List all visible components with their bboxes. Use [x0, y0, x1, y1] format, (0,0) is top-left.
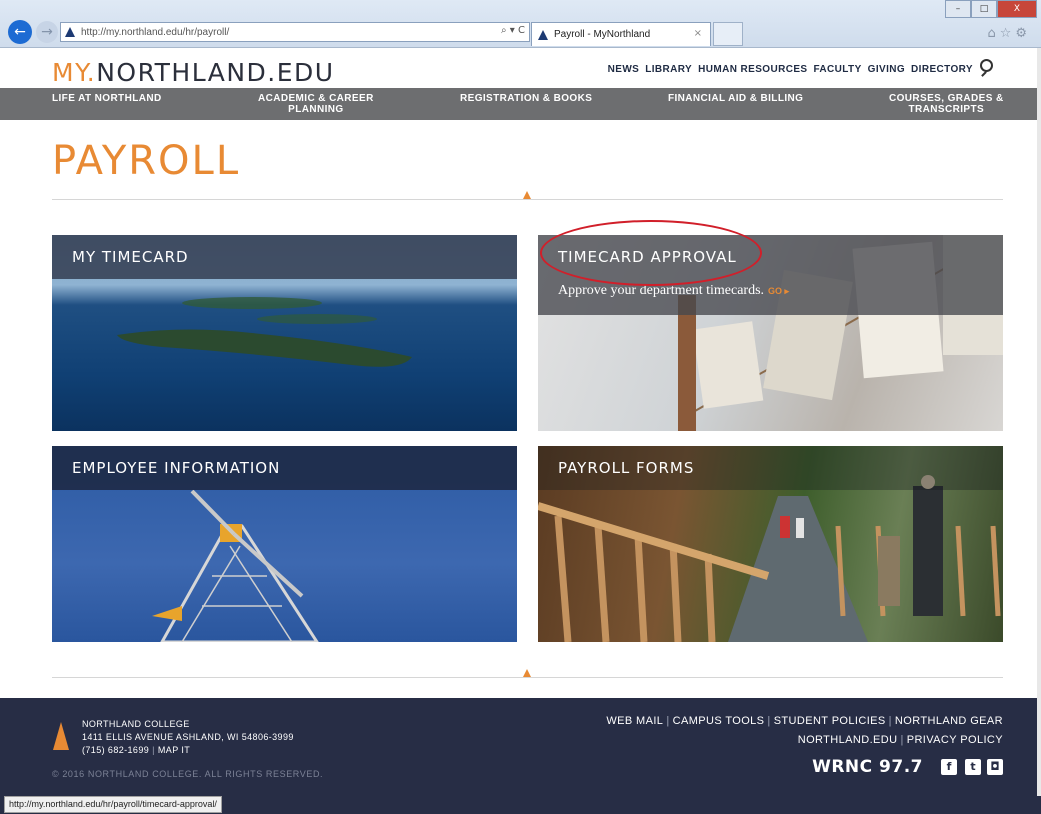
- utility-link-directory[interactable]: DIRECTORY: [911, 64, 973, 75]
- window-controls: – □ X: [945, 0, 1037, 18]
- nav-financial-aid-billing[interactable]: FINANCIAL AID & BILLING: [668, 93, 803, 104]
- search-icon[interactable]: [980, 59, 993, 72]
- footer-link-campus-tools[interactable]: CAMPUS TOOLS: [673, 715, 765, 727]
- utility-link-news[interactable]: NEWS: [608, 64, 640, 75]
- divider-bottom: [52, 669, 1003, 678]
- nav-label-line2: PLANNING: [288, 104, 344, 115]
- triangle-icon: [523, 191, 531, 199]
- college-name: NORTHLAND COLLEGE: [82, 719, 190, 729]
- back-button[interactable]: ←: [8, 20, 32, 44]
- logo-my: MY.: [52, 58, 97, 87]
- instagram-icon[interactable]: ◘: [987, 759, 1003, 775]
- nav-courses-grades-transcripts[interactable]: COURSES, GRADES & TRANSCRIPTS: [889, 93, 1004, 115]
- phone: (715) 682-1699: [82, 745, 150, 755]
- utility-nav: NEWS LIBRARY HUMAN RESOURCES FACULTY GIV…: [608, 64, 973, 75]
- nav-label-line2: TRANSCRIPTS: [908, 104, 985, 115]
- tile-title: PAYROLL FORMS: [558, 459, 695, 477]
- tab-payroll[interactable]: Payroll - MyNorthland ×: [531, 22, 711, 46]
- tab-close-icon[interactable]: ×: [694, 28, 702, 39]
- utility-link-faculty[interactable]: FACULTY: [813, 64, 861, 75]
- footer-link-northland-gear[interactable]: NORTHLAND GEAR: [895, 715, 1003, 727]
- main-nav: LIFE AT NORTHLAND ACADEMIC & CAREER PLAN…: [0, 88, 1041, 120]
- footer-links-row1: WEB MAIL | CAMPUS TOOLS | STUDENT POLICIES | N…: [606, 715, 1003, 727]
- twitter-icon[interactable]: t: [965, 759, 981, 775]
- tile-title-band: EMPLOYEE INFORMATION: [52, 446, 517, 490]
- page-scrollbar[interactable]: [1037, 48, 1041, 796]
- tile-employee-information[interactable]: EMPLOYEE INFORMATION: [52, 446, 517, 642]
- forward-arrow-icon: →: [41, 24, 53, 40]
- home-favorites-settings-icons[interactable]: ⌂☆⚙: [987, 26, 1031, 41]
- new-tab-button[interactable]: [713, 22, 743, 46]
- tile-tagline: Approve your department timecards. GO ▸: [558, 283, 789, 299]
- site-favicon-icon: [65, 27, 75, 37]
- nav-label: REGISTRATION & BOOKS: [460, 93, 593, 104]
- nav-registration-books[interactable]: REGISTRATION & BOOKS: [460, 93, 592, 104]
- footer-link-web-mail[interactable]: WEB MAIL: [606, 715, 663, 727]
- utility-link-giving[interactable]: GIVING: [868, 64, 905, 75]
- tab-favicon-icon: [538, 29, 548, 40]
- triangle-icon: [523, 669, 531, 677]
- northland-mark-icon: [53, 722, 69, 750]
- tile-my-timecard[interactable]: MY TIMECARD: [52, 235, 517, 431]
- address-bar[interactable]: http://my.northland.edu/hr/payroll/ ⌕ ▾ …: [60, 22, 530, 42]
- radio-label: WRNC 97.7: [812, 757, 923, 777]
- site-header: MY.NORTHLAND.EDU NEWS LIBRARY HUMAN RESO…: [0, 48, 1041, 88]
- nav-label: ACADEMIC & CAREER: [258, 93, 374, 104]
- tab-title: Payroll - MyNorthland: [554, 29, 651, 40]
- tile-title: EMPLOYEE INFORMATION: [72, 459, 281, 477]
- map-it-link[interactable]: MAP IT: [158, 745, 190, 755]
- tile-title: MY TIMECARD: [72, 248, 189, 266]
- red-circle-annotation: [540, 220, 762, 286]
- logo-rest: NORTHLAND.EDU: [96, 58, 335, 87]
- close-window-button[interactable]: X: [997, 0, 1037, 18]
- address-tools-icons[interactable]: ⌕ ▾ C: [501, 25, 525, 36]
- minimize-button[interactable]: –: [945, 0, 971, 18]
- footer-link-privacy-policy[interactable]: PRIVACY POLICY: [907, 734, 1003, 746]
- tile-title-band: PAYROLL FORMS: [538, 446, 1003, 490]
- facebook-icon[interactable]: f: [941, 759, 957, 775]
- tile-payroll-forms[interactable]: PAYROLL FORMS: [538, 446, 1003, 642]
- street-address: 1411 ELLIS AVENUE ASHLAND, WI 54806-3999: [82, 732, 294, 742]
- nav-label: COURSES, GRADES &: [889, 93, 1004, 104]
- nav-life-at-northland[interactable]: LIFE AT NORTHLAND: [52, 93, 162, 104]
- copyright: © 2016 NORTHLAND COLLEGE. ALL RIGHTS RES…: [52, 769, 324, 779]
- footer-address: NORTHLAND COLLEGE 1411 ELLIS AVENUE ASHL…: [82, 718, 294, 757]
- site-logo[interactable]: MY.NORTHLAND.EDU: [52, 58, 335, 87]
- wrnc-radio-link[interactable]: WRNC 97.7: [812, 757, 923, 777]
- footer-link-student-policies[interactable]: STUDENT POLICIES: [774, 715, 886, 727]
- footer-link-northland-edu[interactable]: NORTHLAND.EDU: [798, 734, 898, 746]
- footer-links-row2: NORTHLAND.EDU | PRIVACY POLICY: [797, 734, 1003, 746]
- page-title: PAYROLL: [52, 138, 241, 184]
- back-arrow-icon: ←: [14, 24, 26, 40]
- address-url: http://my.northland.edu/hr/payroll/: [81, 26, 230, 38]
- nav-label: FINANCIAL AID & BILLING: [668, 93, 804, 104]
- browser-chrome: ← → http://my.northland.edu/hr/payroll/ …: [0, 0, 1041, 48]
- tile-title-band: MY TIMECARD: [52, 235, 517, 279]
- status-bar-url: http://my.northland.edu/hr/payroll/timec…: [4, 796, 222, 813]
- nav-academic-career-planning[interactable]: ACADEMIC & CAREER PLANNING: [258, 93, 374, 115]
- maximize-button[interactable]: □: [971, 0, 997, 18]
- contact-line: (715) 682-1699 | MAP IT: [82, 745, 191, 755]
- utility-link-library[interactable]: LIBRARY: [645, 64, 692, 75]
- go-link[interactable]: GO ▸: [768, 286, 789, 296]
- divider-top: [52, 191, 1003, 200]
- utility-link-human-resources[interactable]: HUMAN RESOURCES: [698, 64, 807, 75]
- nav-label: LIFE AT NORTHLAND: [52, 93, 162, 104]
- forward-button[interactable]: →: [36, 21, 58, 43]
